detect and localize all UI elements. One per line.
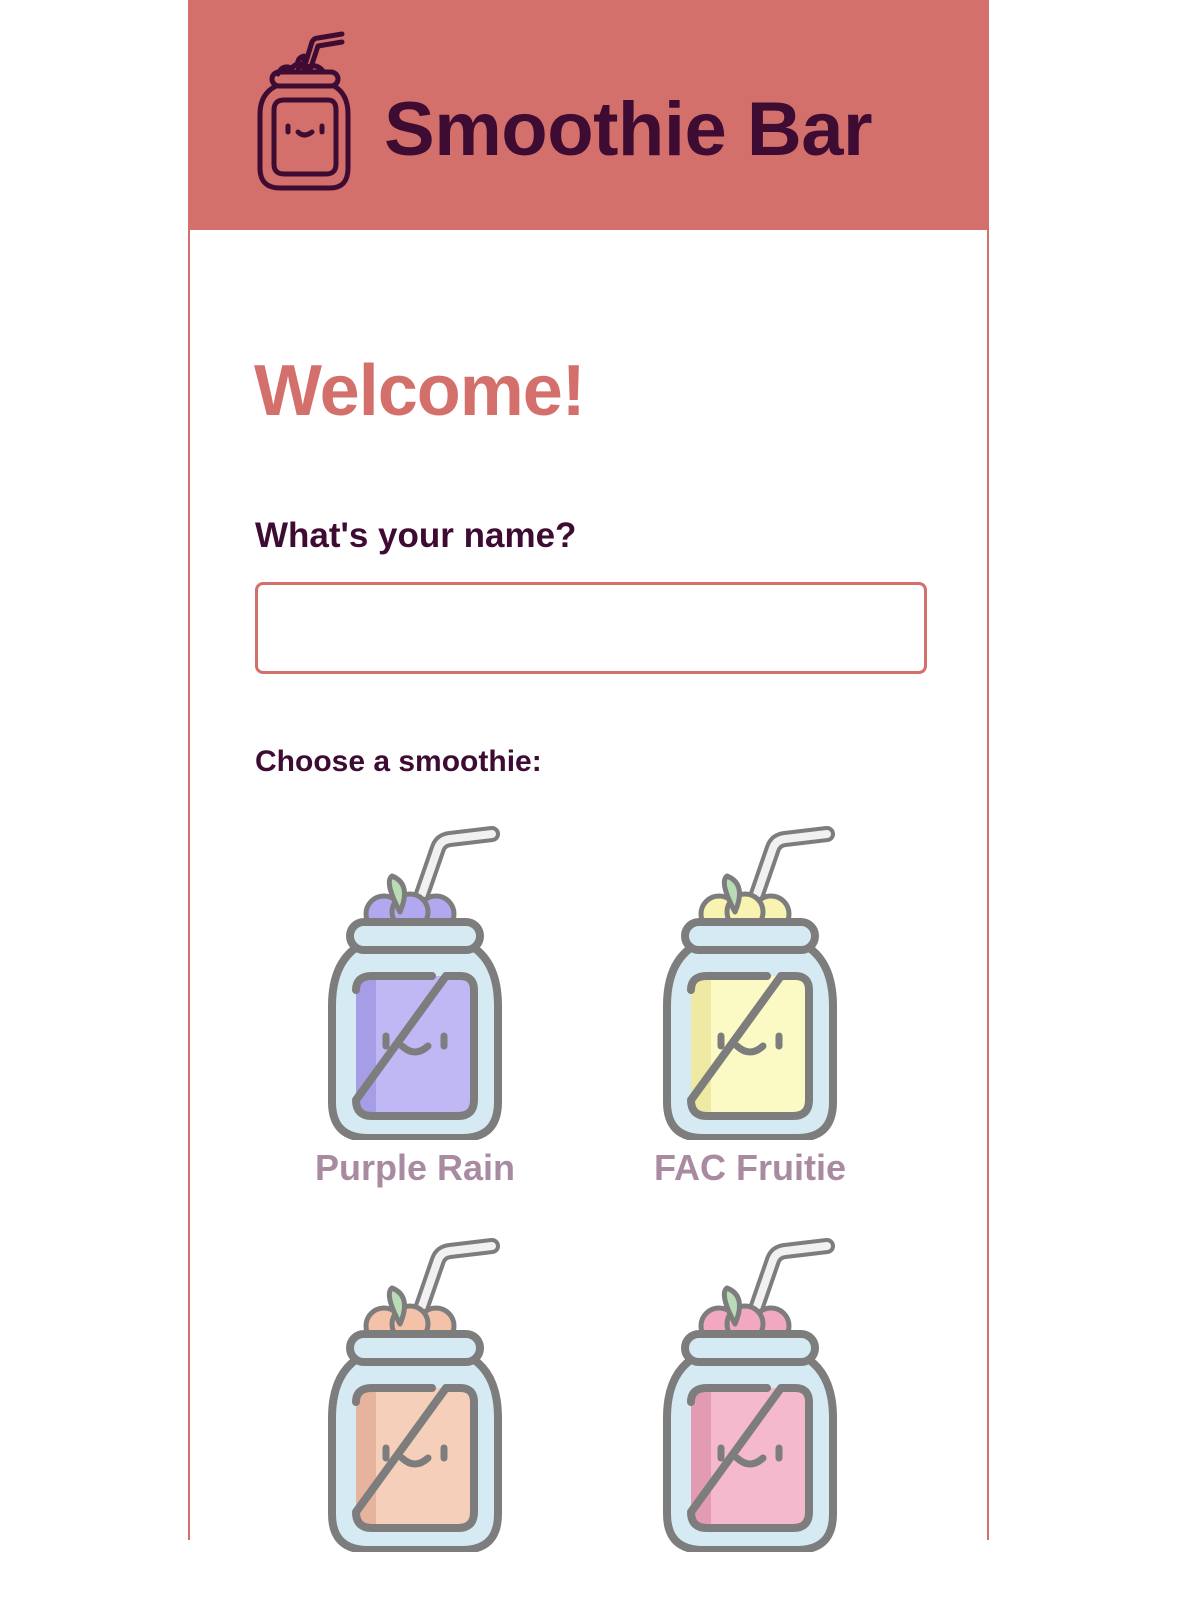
- pink-smoothie-jar-icon: [663, 1238, 837, 1552]
- name-label: What's your name?: [255, 516, 577, 555]
- smoothie-jar-logo-icon: [257, 31, 351, 191]
- yellow-smoothie-jar-icon: [663, 826, 837, 1140]
- app-title: Smoothie Bar: [384, 87, 873, 172]
- smoothie-option-purple-rain[interactable]: Purple Rain: [265, 820, 565, 1200]
- name-input[interactable]: [255, 582, 927, 674]
- smoothie-option-pink[interactable]: [600, 1232, 900, 1612]
- smoothie-name: FAC Fruitie: [653, 1147, 846, 1188]
- smoothie-name: Purple Rain: [314, 1147, 516, 1188]
- purple-smoothie-jar-icon: [328, 826, 502, 1140]
- smoothie-option-fac-fruitie[interactable]: FAC Fruitie: [600, 820, 900, 1200]
- smoothie-option-peach[interactable]: [265, 1232, 565, 1612]
- welcome-heading: Welcome!: [254, 351, 586, 431]
- peach-smoothie-jar-icon: [328, 1238, 502, 1552]
- choose-smoothie-label: Choose a smoothie:: [255, 745, 542, 778]
- app-header: Smoothie Bar: [190, 0, 987, 230]
- smoothie-card: Smoothie Bar Welcome! What's your name? …: [188, 0, 989, 1552]
